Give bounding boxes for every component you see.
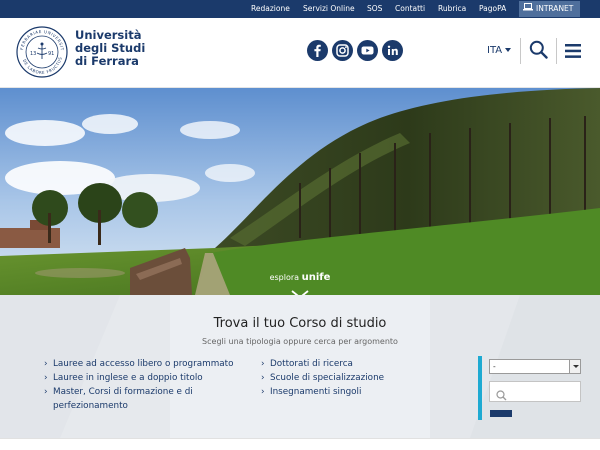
linkedin-icon[interactable] xyxy=(382,40,403,61)
finder-title: Trova il tuo Corso di studio xyxy=(213,316,387,331)
facebook-icon[interactable] xyxy=(307,40,328,61)
course-link-lauree-inglese[interactable]: › Lauree in inglese e a doppio titolo xyxy=(44,372,203,385)
course-link-label: Master, Corsi di formazione e di xyxy=(53,387,193,397)
topbar-link-rubrica[interactable]: Rubrica xyxy=(438,0,466,18)
search-icon xyxy=(496,386,507,405)
course-link-insegnamenti[interactable]: › Insegnamenti singoli xyxy=(261,386,362,399)
course-link-label: Lauree in inglese e a doppio titolo xyxy=(53,373,203,383)
course-search-input[interactable] xyxy=(489,381,581,402)
topbar-link-contatti[interactable]: Contatti xyxy=(395,0,425,18)
caret-down-icon xyxy=(505,48,512,52)
header-divider xyxy=(556,38,557,64)
chevron-right-icon: › xyxy=(44,359,48,369)
utility-bar: Redazione Servizi Online SOS Contatti Ru… xyxy=(0,0,600,18)
university-name[interactable]: Università degli Studi di Ferrara xyxy=(75,29,145,68)
course-link-master-continued[interactable]: perfezionamento xyxy=(53,400,128,413)
topbar-link-redazione[interactable]: Redazione xyxy=(251,0,290,18)
language-selector[interactable]: ITA xyxy=(487,45,512,56)
logo-year-right: 91 xyxy=(48,51,54,57)
course-link-master[interactable]: › Master, Corsi di formazione e di xyxy=(44,386,193,399)
chevron-right-icon: › xyxy=(261,373,265,383)
intranet-label: INTRANET xyxy=(536,4,574,13)
language-label: ITA xyxy=(487,45,503,56)
hamburger-menu-icon[interactable] xyxy=(565,43,581,62)
course-link-label: perfezionamento xyxy=(53,401,128,411)
logo-year-left: 13 xyxy=(30,51,36,57)
search-icon[interactable] xyxy=(529,40,548,63)
chevron-right-icon: › xyxy=(44,373,48,383)
course-link-label: Scuole di specializzazione xyxy=(270,373,385,383)
explore-word: unife xyxy=(301,272,331,283)
course-type-select-value: - xyxy=(493,362,496,371)
course-search-button[interactable] xyxy=(490,410,512,417)
intranet-button[interactable]: INTRANET xyxy=(519,1,580,17)
topbar-link-sos[interactable]: SOS xyxy=(367,0,382,18)
topbar-link-pagopa[interactable]: PagoPA xyxy=(479,0,506,18)
chevron-right-icon: › xyxy=(44,387,48,397)
course-link-label: Insegnamenti singoli xyxy=(270,387,362,397)
university-name-line: di Ferrara xyxy=(75,54,139,68)
course-link-label: Dottorati di ricerca xyxy=(270,359,353,369)
page-bottom xyxy=(0,438,600,450)
university-logo[interactable]: FERRARIAE UNIVERSITAS DE LABORE FRUCTUS … xyxy=(14,22,68,78)
chevron-right-icon: › xyxy=(261,387,265,397)
course-link-lauree-accesso[interactable]: › Lauree ad accesso libero o programmato xyxy=(44,358,234,371)
chevron-right-icon: › xyxy=(261,359,265,369)
course-link-label: Lauree ad accesso libero o programmato xyxy=(53,359,234,369)
finder-subtitle: Scegli una tipologia oppure cerca per ar… xyxy=(202,337,398,346)
search-panel-accent xyxy=(478,356,482,420)
course-link-scuole[interactable]: › Scuole di specializzazione xyxy=(261,372,385,385)
course-link-dottorati[interactable]: › Dottorati di ricerca xyxy=(261,358,353,371)
laptop-icon xyxy=(523,1,533,17)
hero-image xyxy=(0,88,600,295)
topbar-link-servizi-online[interactable]: Servizi Online xyxy=(303,0,355,18)
explore-label[interactable]: esplora unife xyxy=(0,272,600,283)
header-divider xyxy=(520,38,521,64)
instagram-icon[interactable] xyxy=(332,40,353,61)
youtube-icon[interactable] xyxy=(357,40,378,61)
select-arrow-icon xyxy=(569,360,580,373)
explore-prefix: esplora xyxy=(269,273,300,282)
course-type-select[interactable]: - xyxy=(489,359,581,374)
site-header: FERRARIAE UNIVERSITAS DE LABORE FRUCTUS … xyxy=(0,18,600,88)
